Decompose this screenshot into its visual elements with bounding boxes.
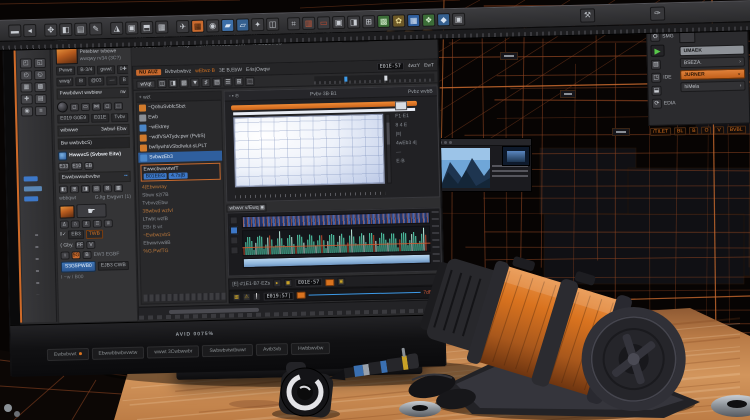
desk-objects [0, 0, 750, 420]
scene: ▬◂✥◧▤✎◮▣⬒▦✈▦◉▰▱✦◫⌗▥▭▣◨⊞▩✿▦❖◆▣ ⚒ ✑ ◰◱◴◵▦▩… [0, 0, 750, 420]
